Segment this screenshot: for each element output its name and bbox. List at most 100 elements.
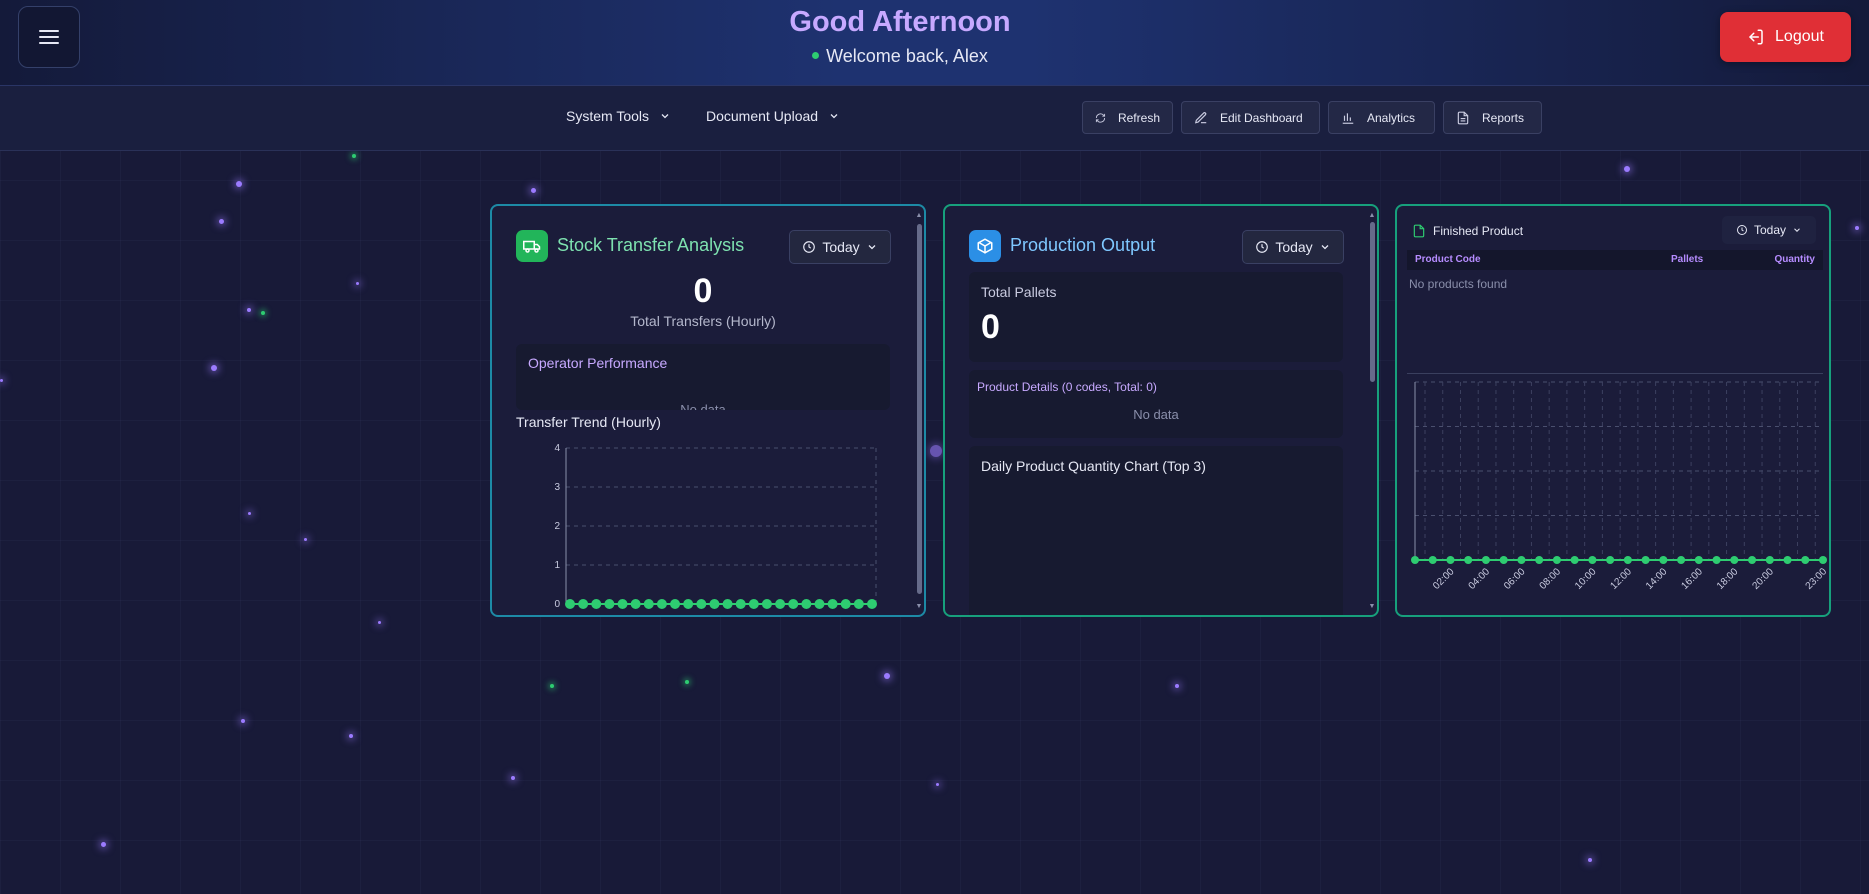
range-label: Today [822,239,860,255]
data-point [1552,556,1561,564]
data-point [578,599,589,609]
operator-performance-title: Operator Performance [528,355,668,371]
x-tick-label: 02:00 [1431,566,1457,592]
data-point [1606,556,1615,564]
data-point [696,599,707,609]
app-header: Good Afternoon Welcome back, Alex Logout [0,0,1869,86]
analytics-button[interactable]: Analytics [1328,101,1435,134]
data-point [840,599,851,609]
data-point [1481,556,1490,564]
logout-label: Logout [1775,28,1824,45]
chevron-down-icon [1794,228,1800,232]
finished-table-header: Product Code Pallets Quantity [1407,250,1823,270]
transfer-trend-title: Transfer Trend (Hourly) [516,414,661,430]
x-tick-label: 10:00 [1573,566,1599,592]
data-point [1694,556,1703,564]
edit-dashboard-button[interactable]: Edit Dashboard [1181,101,1320,134]
total-pallets-value: 0 [981,308,1000,346]
finished-product-card: Finished Product Today Product Code Pall… [1395,204,1831,617]
daily-quantity-chart-title: Daily Product Quantity Chart (Top 3) [981,458,1206,474]
finished-empty-text: No products found [1409,277,1508,291]
system-tools-dropdown[interactable]: System Tools [566,108,671,124]
y-tick-label: 3 [554,482,560,493]
data-point [1446,556,1455,564]
data-point [1712,556,1721,564]
data-point [1783,556,1792,564]
document-upload-dropdown[interactable]: Document Upload [706,108,840,124]
operator-performance-panel: Operator Performance No data [516,344,890,410]
y-tick-label: 1 [554,560,560,571]
y-tick-label: 0 [554,599,560,610]
stock-transfer-title: Stock Transfer Analysis [557,235,745,255]
data-point [630,599,641,609]
data-point [1659,556,1668,564]
production-output-card: Production Output Today Total Pallets 0 … [943,204,1379,617]
production-range-dropdown[interactable]: Today [1242,230,1344,264]
column-header-product-code: Product Code [1415,254,1481,265]
card-scrollbar[interactable]: ▲ ▼ [1368,212,1376,611]
clock-icon [1736,225,1747,235]
card-scrollbar[interactable]: ▲ ▼ [915,212,923,611]
data-point [814,599,825,609]
range-label: Today [1275,239,1313,255]
data-point [1411,556,1419,564]
data-point [775,599,786,609]
welcome-message: Welcome back, Alex [0,46,1800,67]
data-point [867,599,877,609]
finished-range-dropdown[interactable]: Today [1722,216,1816,244]
data-point [748,599,759,609]
welcome-text: Welcome back, Alex [826,46,988,66]
data-point [853,599,864,609]
x-tick-label: 20:00 [1750,566,1776,592]
x-tick-label: 14:00 [1644,566,1670,592]
data-point [1570,556,1579,564]
total-transfers-label: Total Transfers (Hourly) [630,313,776,329]
truck-icon [516,230,548,262]
analytics-label: Analytics [1367,110,1416,125]
file-icon [1413,224,1425,238]
data-point [1819,556,1827,564]
refresh-button[interactable]: Refresh [1082,101,1173,134]
file-text-icon [1457,111,1469,124]
bar-chart-icon [1342,112,1354,124]
data-point [1748,556,1757,564]
divider [1407,373,1823,374]
data-point [709,599,720,609]
data-point [1677,556,1686,564]
refresh-icon [1095,112,1106,123]
greeting-title: Good Afternoon [789,6,1011,38]
clock-icon [803,241,816,253]
data-point [761,599,772,609]
data-point [643,599,654,609]
logout-icon [1749,29,1763,45]
online-status-dot [812,51,820,59]
data-point [1428,556,1437,564]
data-point [1588,556,1597,564]
stock-transfer-card: Stock Transfer Analysis Today 0 Total Tr… [490,204,926,617]
logout-button[interactable]: Logout [1720,12,1851,62]
data-point [1623,556,1632,564]
product-details-empty: No data [1133,407,1179,422]
edit-dashboard-label: Edit Dashboard [1220,110,1303,125]
chevron-down-icon [830,114,838,119]
x-tick-label: 06:00 [1502,566,1528,592]
data-point [1535,556,1544,564]
data-point [788,599,799,609]
total-pallets-panel: Total Pallets 0 [969,272,1343,362]
production-output-title: Production Output [1010,235,1156,255]
x-tick-label: 12:00 [1609,566,1635,592]
reports-button[interactable]: Reports [1443,101,1542,134]
x-tick-label: 08:00 [1538,566,1564,592]
x-tick-label: 23:00 [1804,566,1827,592]
finished-product-chart: 02:00 04:00 06:00 08:00 10:00 12:00 14:00 16:00… [1411,381,1827,592]
chevron-down-icon [868,245,876,250]
total-transfers-value: 0 [693,272,713,310]
data-point [1499,556,1508,564]
stock-transfer-range-dropdown[interactable]: Today [789,230,891,264]
reports-label: Reports [1482,110,1525,125]
x-tick-label: 18:00 [1715,566,1741,592]
product-details-title: Product Details (0 codes, Total: 0) [977,380,1157,394]
y-tick-label: 4 [554,443,560,454]
data-point [656,599,667,609]
data-point [1730,556,1739,564]
